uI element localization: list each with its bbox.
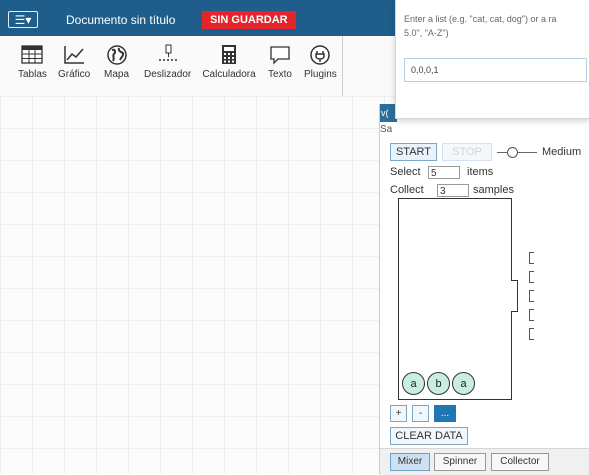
tool-tables-label: Tablas bbox=[18, 69, 47, 80]
sample-slot bbox=[529, 309, 534, 321]
items-list-input[interactable]: 0,0,0,1 bbox=[404, 58, 587, 82]
tool-calculator-label: Calculadora bbox=[202, 69, 256, 80]
table-icon bbox=[21, 45, 44, 64]
samples-label: samples bbox=[473, 184, 514, 196]
ball-item[interactable]: b bbox=[427, 372, 450, 395]
items-label: items bbox=[467, 166, 494, 178]
document-title[interactable]: Documento sin título bbox=[66, 13, 175, 27]
collect-count-input[interactable]: 3 bbox=[437, 184, 469, 197]
toolbar-divider bbox=[342, 36, 343, 96]
sampler-tile[interactable]: v( Sa START STOP Medium Select 5 items C… bbox=[379, 104, 589, 475]
popup-help-line: Enter a list (e.g. "cat, cat, dog") or a… bbox=[404, 14, 557, 24]
speed-label: Medium bbox=[542, 146, 582, 158]
tool-slider[interactable]: Deslizador bbox=[144, 44, 191, 80]
document-canvas[interactable] bbox=[0, 96, 395, 474]
select-label: Select bbox=[390, 166, 421, 178]
tool-tables[interactable]: Tablas bbox=[18, 44, 47, 80]
toolbar: Tablas Gráfico Mapa Deslizador Calculado… bbox=[0, 36, 395, 97]
stop-button[interactable]: STOP bbox=[442, 143, 492, 161]
popup-help-line: 5.0", "A-Z") bbox=[404, 28, 449, 38]
more-options-button[interactable]: ... bbox=[434, 405, 456, 422]
device-tabs: Mixer Spinner Collector bbox=[380, 448, 589, 475]
collect-label: Collect bbox=[390, 184, 424, 196]
sample-slot bbox=[529, 252, 534, 264]
tool-slider-label: Deslizador bbox=[144, 69, 192, 80]
tab-mixer[interactable]: Mixer bbox=[390, 453, 430, 471]
plugin-icon bbox=[310, 45, 331, 65]
tool-map[interactable]: Mapa bbox=[104, 44, 129, 80]
calculator-icon bbox=[222, 45, 236, 64]
sample-slot bbox=[529, 271, 534, 283]
tool-map-label: Mapa bbox=[104, 69, 130, 80]
remove-item-button[interactable]: - bbox=[412, 405, 429, 422]
popup-help-text: Enter a list (e.g. "cat, cat, dog") or a… bbox=[404, 12, 589, 40]
mixer-spout bbox=[511, 280, 518, 312]
select-count-input[interactable]: 5 bbox=[428, 166, 460, 179]
sample-slot bbox=[529, 328, 534, 340]
mixer-container bbox=[398, 198, 512, 400]
ball-item[interactable]: a bbox=[452, 372, 475, 395]
tool-graph-label: Gráfico bbox=[58, 69, 91, 80]
start-button[interactable]: START bbox=[390, 143, 437, 161]
add-item-button[interactable]: + bbox=[390, 405, 407, 422]
tool-plugins[interactable]: Plugins bbox=[304, 44, 337, 80]
slider-icon bbox=[158, 44, 178, 61]
tool-calculator[interactable]: Calculadora bbox=[200, 44, 258, 80]
unsaved-badge: SIN GUARDAR bbox=[202, 11, 296, 29]
edit-items-popup: Enter a list (e.g. "cat, cat, dog") or a… bbox=[395, 0, 589, 119]
globe-icon bbox=[106, 45, 127, 65]
tab-collector[interactable]: Collector bbox=[491, 453, 549, 471]
clear-data-button[interactable]: CLEAR DATA bbox=[390, 427, 468, 445]
tool-text[interactable]: Texto bbox=[268, 44, 292, 80]
tool-text-label: Texto bbox=[268, 69, 292, 80]
tab-spinner[interactable]: Spinner bbox=[434, 453, 486, 471]
tool-plugins-label: Plugins bbox=[304, 69, 337, 80]
text-icon bbox=[270, 46, 290, 65]
tool-graph[interactable]: Gráfico bbox=[58, 44, 90, 80]
tile-subtitle: Sa bbox=[380, 124, 393, 135]
ball-item[interactable]: a bbox=[402, 372, 425, 395]
speed-slider-handle[interactable] bbox=[507, 147, 518, 158]
hamburger-menu-icon[interactable]: ☰▾ bbox=[8, 11, 38, 28]
graph-icon bbox=[64, 46, 85, 64]
sample-slot bbox=[529, 290, 534, 302]
